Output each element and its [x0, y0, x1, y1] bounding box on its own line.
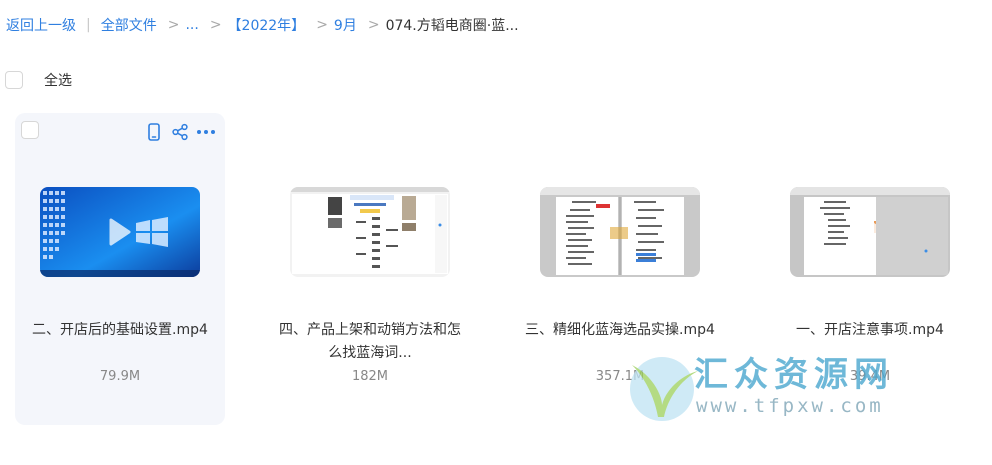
file-name[interactable]: 四、产品上架和动销方法和怎么找蓝海词...: [275, 319, 465, 365]
file-card[interactable]: 三、精细化蓝海选品实操.mp4 357.1M: [515, 113, 725, 425]
file-card[interactable]: 一、开店注意事项.mp4 39.4M: [765, 113, 975, 425]
file-size: 79.9M: [99, 369, 141, 384]
video-thumbnail[interactable]: [40, 187, 200, 277]
more-icon[interactable]: [196, 122, 216, 142]
phone-icon[interactable]: [144, 122, 164, 142]
select-all-label: 全选: [44, 73, 72, 89]
video-thumbnail[interactable]: [790, 187, 950, 277]
select-all[interactable]: 全选: [5, 70, 72, 90]
breadcrumb-divider: |: [86, 17, 91, 33]
share-icon[interactable]: [170, 122, 190, 142]
card-actions: [144, 122, 216, 142]
breadcrumb-separator: >: [367, 17, 380, 33]
breadcrumb-separator: >: [316, 17, 328, 33]
breadcrumb-all-files[interactable]: 全部文件: [101, 15, 157, 35]
file-card[interactable]: 四、产品上架和动销方法和怎么找蓝海词... 182M: [265, 113, 475, 425]
breadcrumb-separator: >: [167, 17, 180, 33]
breadcrumb-month[interactable]: 9月: [334, 15, 357, 35]
video-thumbnail[interactable]: [290, 187, 450, 277]
select-all-checkbox[interactable]: [5, 71, 23, 89]
file-name[interactable]: 三、精细化蓝海选品实操.mp4: [525, 319, 715, 342]
file-card[interactable]: 二、开店后的基础设置.mp4 79.9M: [15, 113, 225, 425]
video-thumbnail[interactable]: [540, 187, 700, 277]
file-size: 357.1M: [595, 369, 645, 384]
breadcrumb-current: 074.方韬电商圈·蓝...: [385, 18, 519, 34]
breadcrumb: 返回上一级 | 全部文件 > ... > 【2022年】 > 9月 > 074.…: [6, 14, 519, 36]
file-checkbox[interactable]: [21, 121, 39, 139]
file-name[interactable]: 一、开店注意事项.mp4: [775, 319, 965, 342]
breadcrumb-ellipsis[interactable]: ...: [185, 17, 198, 33]
file-size: 39.4M: [849, 369, 891, 384]
breadcrumb-year[interactable]: 【2022年】: [228, 15, 306, 35]
breadcrumb-separator: >: [209, 17, 222, 33]
file-name[interactable]: 二、开店后的基础设置.mp4: [25, 319, 215, 342]
back-link[interactable]: 返回上一级: [6, 15, 76, 35]
file-size: 182M: [351, 369, 389, 384]
